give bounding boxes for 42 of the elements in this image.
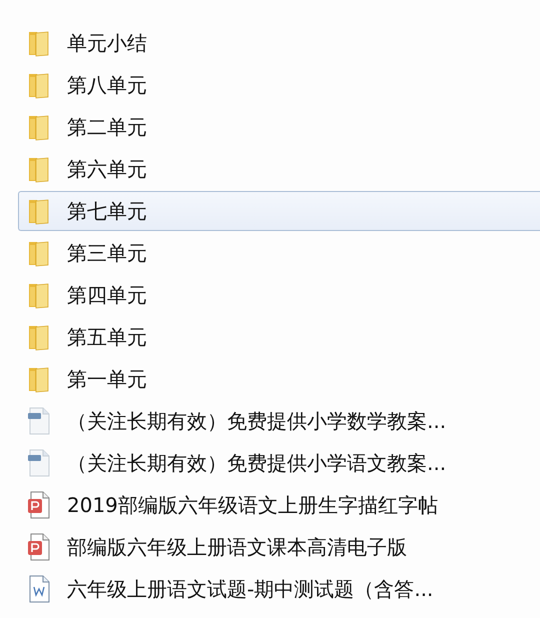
file-name: 第三单元	[67, 240, 147, 266]
folder-icon	[27, 113, 51, 141]
file-list-item[interactable]: 第三单元	[18, 233, 540, 273]
file-list-item[interactable]: （关注长期有效）免费提供小学语文教案...	[18, 443, 540, 483]
file-name: 第七单元	[67, 198, 147, 224]
file-list-item[interactable]: 第二单元	[18, 107, 540, 147]
file-name: 第六单元	[67, 156, 147, 182]
pdf-file-icon	[27, 491, 51, 519]
folder-icon	[27, 281, 51, 309]
file-name: 六年级上册语文试题-期中测试题（含答...	[67, 576, 434, 602]
document-icon	[27, 407, 51, 435]
file-list-item[interactable]: 第四单元	[18, 275, 540, 315]
file-list-item[interactable]: 第五单元	[18, 317, 540, 357]
file-list-item[interactable]: 2019部编版六年级语文上册生字描红字帖	[18, 485, 540, 525]
file-list-item[interactable]: 第八单元	[18, 65, 540, 105]
file-name: 第二单元	[67, 114, 147, 140]
word-file-icon	[27, 575, 51, 603]
file-list-item[interactable]: 部编版六年级上册语文课本高清电子版	[18, 527, 540, 567]
folder-icon	[27, 197, 51, 225]
file-name: （关注长期有效）免费提供小学数学教案...	[67, 408, 446, 434]
file-name: 部编版六年级上册语文课本高清电子版	[67, 534, 407, 560]
file-name: （关注长期有效）免费提供小学语文教案...	[67, 450, 446, 476]
file-list-item[interactable]: 单元小结	[18, 23, 540, 63]
file-name: 单元小结	[67, 30, 147, 56]
folder-icon	[27, 155, 51, 183]
folder-icon	[27, 239, 51, 267]
file-list-item[interactable]: （关注长期有效）免费提供小学数学教案...	[18, 401, 540, 441]
folder-icon	[27, 365, 51, 393]
file-name: 第八单元	[67, 72, 147, 98]
document-icon	[27, 449, 51, 477]
file-list-item[interactable]: 六年级上册语文试题-期中测试题（含答...	[18, 569, 540, 609]
file-name: 第四单元	[67, 282, 147, 308]
file-name: 2019部编版六年级语文上册生字描红字帖	[67, 492, 438, 518]
folder-icon	[27, 323, 51, 351]
file-list-item[interactable]: 第六单元	[18, 149, 540, 189]
folder-icon	[27, 29, 51, 57]
folder-icon	[27, 71, 51, 99]
file-name: 第五单元	[67, 324, 147, 350]
pdf-file-icon	[27, 533, 51, 561]
file-list-item[interactable]: 第七单元	[18, 191, 540, 231]
file-list-item[interactable]: 第一单元	[18, 359, 540, 399]
file-name: 第一单元	[67, 366, 147, 392]
